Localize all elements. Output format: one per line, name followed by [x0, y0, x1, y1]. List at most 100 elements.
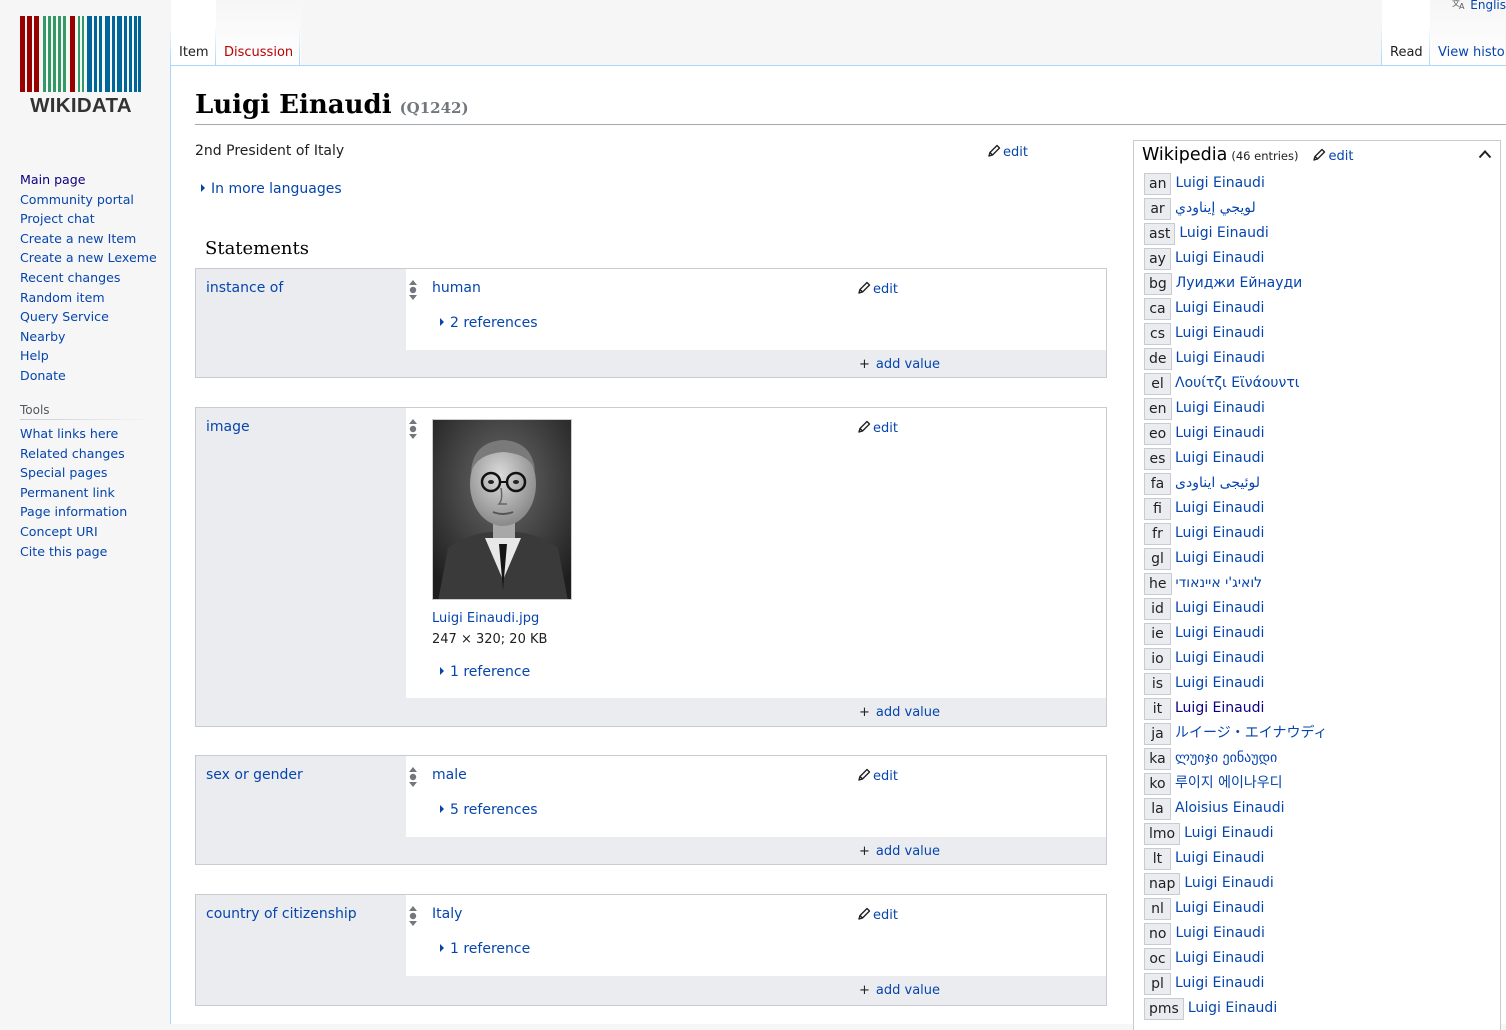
rank-selector-icon[interactable] — [408, 905, 418, 927]
sitelink-title[interactable]: Luigi Einaudi — [1175, 298, 1264, 318]
sidebar-nav-link[interactable]: Community portal — [20, 192, 134, 207]
statement-value[interactable]: Italy — [432, 906, 462, 922]
property-link[interactable]: country of citizenship — [206, 906, 357, 922]
sitelink-title[interactable]: 루이지 에이나우디 — [1175, 773, 1283, 793]
sidebar-tools-link[interactable]: Cite this page — [20, 544, 107, 559]
tab-item[interactable]: Item — [171, 0, 217, 66]
rank-selector-icon[interactable] — [408, 279, 418, 301]
sitelink-title[interactable]: Luigi Einaudi — [1184, 823, 1273, 843]
sidebar-tools-link[interactable]: What links here — [20, 426, 118, 441]
sitelink-title[interactable]: Luigi Einaudi — [1175, 923, 1264, 943]
sitelink-title[interactable]: Luigi Einaudi — [1175, 598, 1264, 618]
sitelink-language-code: el — [1144, 373, 1171, 395]
sitelink-title[interactable]: Luigi Einaudi — [1176, 348, 1265, 368]
wikidata-logo[interactable]: WIKIDATA — [20, 16, 141, 117]
sidebar-nav-link[interactable]: Random item — [20, 290, 105, 305]
collapse-chevron-icon[interactable] — [1478, 149, 1492, 159]
statement-value[interactable]: human — [432, 280, 481, 296]
sitelink-language-code: en — [1144, 398, 1172, 420]
sitelink-title[interactable]: Luigi Einaudi — [1175, 498, 1264, 518]
sitelink-title[interactable]: Luigi Einaudi — [1175, 623, 1264, 643]
rank-selector-icon[interactable] — [408, 418, 418, 440]
sitelink-title[interactable]: Luigi Einaudi — [1175, 173, 1264, 193]
add-value-button[interactable]: + add value — [859, 705, 940, 720]
sitelink-title[interactable]: Luigi Einaudi — [1175, 548, 1264, 568]
references-toggle[interactable]: 1 reference — [440, 664, 530, 680]
sitelink-title[interactable]: Luigi Einaudi — [1175, 973, 1264, 993]
add-value-button[interactable]: + add value — [859, 357, 940, 372]
sidebar-nav-link[interactable]: Create a new Lexeme — [20, 250, 157, 265]
main-content: Luigi Einaudi (Q1242) 2nd President of It… — [170, 65, 1506, 1030]
sitelink-title[interactable]: Luigi Einaudi — [1184, 873, 1273, 893]
sitelink-title[interactable]: Luigi Einaudi — [1175, 898, 1264, 918]
sitelink-title[interactable]: Luigi Einaudi — [1188, 998, 1277, 1018]
in-more-languages-toggle[interactable]: In more languages — [201, 181, 342, 197]
add-value-button[interactable]: + add value — [859, 983, 940, 998]
sitelink-title[interactable]: Luigi Einaudi — [1175, 848, 1264, 868]
sitelink-title[interactable]: Luigi Einaudi — [1175, 248, 1264, 268]
sitelink-title[interactable]: Luigi Einaudi — [1175, 698, 1264, 718]
sidebar-nav-link[interactable]: Query Service — [20, 309, 109, 324]
sidebar-nav-link[interactable]: Nearby — [20, 329, 66, 344]
tab-discussion[interactable]: Discussion — [216, 0, 302, 66]
sitelink-title[interactable]: Λουίτζι Εϊνάουντι — [1175, 373, 1300, 393]
sidebar-tools-link[interactable]: Concept URI — [20, 524, 98, 539]
sitelink-title[interactable]: Luigi Einaudi — [1176, 398, 1265, 418]
description-edit-button[interactable]: edit — [987, 144, 1028, 160]
sitelink-title[interactable]: Luigi Einaudi — [1175, 448, 1264, 468]
page-header: Item Discussion Read View histo 文 A Engl… — [170, 0, 1506, 66]
sitelink-title[interactable]: Luigi Einaudi — [1175, 673, 1264, 693]
logo-bar — [82, 16, 84, 92]
statement-edit-button[interactable]: edit — [857, 281, 898, 297]
statement-edit-button[interactable]: edit — [857, 907, 898, 923]
sitelink-title[interactable]: Luigi Einaudi — [1175, 523, 1264, 543]
sidebar: WIKIDATA Main page Community portal Projec… — [0, 0, 170, 1024]
references-toggle[interactable]: 2 references — [440, 315, 538, 331]
sitelink-row: en Luigi Einaudi — [1144, 398, 1265, 420]
statement-edit-button[interactable]: edit — [857, 420, 898, 436]
sitelink-title[interactable]: ルイージ・エイナウディ — [1175, 723, 1327, 743]
rank-selector-icon[interactable] — [408, 766, 418, 788]
statement-edit-button[interactable]: edit — [857, 768, 898, 784]
sitelink-title[interactable]: Luigi Einaudi — [1179, 223, 1268, 243]
sitelink-title[interactable]: Luigi Einaudi — [1175, 648, 1264, 668]
property-link[interactable]: sex or gender — [206, 767, 303, 783]
references-toggle[interactable]: 5 references — [440, 802, 538, 818]
image-file-link[interactable]: Luigi Einaudi.jpg — [432, 611, 539, 626]
statement-value[interactable]: male — [432, 767, 467, 783]
references-label: 5 references — [450, 802, 538, 818]
sidebar-nav-link[interactable]: Main page — [20, 172, 86, 187]
sidebar-tools-link[interactable]: Related changes — [20, 446, 125, 461]
add-value-button[interactable]: + add value — [859, 844, 940, 859]
sitelink-title[interactable]: Луиджи Ейнауди — [1176, 273, 1303, 293]
language-selector[interactable]: 文 A Englis — [1452, 0, 1506, 12]
sitelink-title[interactable]: Aloisius Einaudi — [1175, 798, 1285, 818]
sidebar-nav-link[interactable]: Donate — [20, 368, 66, 383]
sidebar-nav-link[interactable]: Create a new Item — [20, 231, 136, 246]
sidebar-tools-link[interactable]: Permanent link — [20, 485, 115, 500]
sitelink-title[interactable]: לואיג'י איינאודי — [1176, 573, 1263, 593]
add-value-label: add value — [875, 357, 941, 372]
translate-icon: 文 A — [1452, 0, 1465, 11]
sidebar-tools-link[interactable]: Page information — [20, 504, 127, 519]
sidebar-nav-link[interactable]: Project chat — [20, 211, 95, 226]
property-link[interactable]: image — [206, 419, 250, 435]
portrait-thumbnail[interactable] — [432, 419, 572, 600]
sitelink-title[interactable]: Luigi Einaudi — [1175, 423, 1264, 443]
sitelink-language-code: ast — [1144, 223, 1176, 245]
logo-bar — [94, 16, 97, 92]
sidebar-tools-link[interactable]: Special pages — [20, 465, 107, 480]
references-toggle[interactable]: 1 reference — [440, 941, 530, 957]
tab-read[interactable]: Read — [1382, 0, 1431, 66]
logo-bar — [134, 16, 137, 92]
sitelink-title[interactable]: ლუიჯი ეინაუდი — [1175, 748, 1277, 768]
sitelink-title[interactable]: Luigi Einaudi — [1175, 948, 1264, 968]
sidebar-nav-link[interactable]: Help — [20, 348, 49, 363]
sitelink-title[interactable]: لويجي إيناودي — [1175, 198, 1256, 218]
property-link[interactable]: instance of — [206, 280, 283, 296]
sitelink-title[interactable]: لوئیجی ایناودی — [1175, 473, 1260, 493]
sitelinks-edit-button[interactable]: edit — [1312, 148, 1353, 164]
sitelink-language-code: pms — [1144, 998, 1184, 1020]
sidebar-nav-link[interactable]: Recent changes — [20, 270, 120, 285]
sitelink-title[interactable]: Luigi Einaudi — [1175, 323, 1264, 343]
